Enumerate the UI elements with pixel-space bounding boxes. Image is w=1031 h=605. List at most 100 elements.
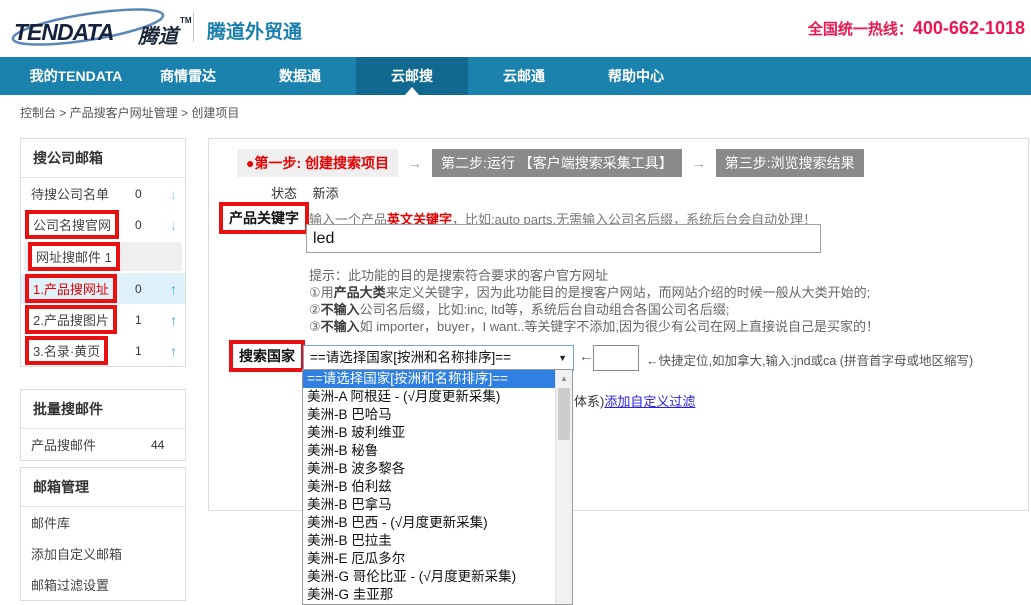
sidebar-section-title: 搜公司邮箱 xyxy=(21,139,185,178)
country-options: ==请选择国家[按洲和名称排序]== 美洲-A 阿根廷 - (√月度更新采集) … xyxy=(303,370,572,604)
sidebar-item-label: 待搜公司名单 xyxy=(31,184,109,203)
country-option[interactable]: 美洲-B 秘鲁 xyxy=(303,442,555,460)
sidebar-item[interactable]: 1.产品搜网址 0 ↑ xyxy=(21,273,185,304)
scrollbar-thumb[interactable] xyxy=(558,388,570,440)
tip-pre: ② xyxy=(309,302,321,317)
hotline-label: 全国统一热线： xyxy=(808,21,913,38)
nav-tab[interactable]: 云邮通 xyxy=(468,57,580,95)
sort-arrow-icon: ↓ xyxy=(161,217,177,233)
tips-block: 提示：此功能的目的是搜索符合要求的客户官方网址 ①用产品大类来定义关键字，因为此… xyxy=(309,267,879,335)
select-caret-icon: ▼ xyxy=(558,346,567,370)
nav-tab-label: 云邮搜 xyxy=(391,68,433,84)
keyword-label: 产品关键字 xyxy=(219,202,309,234)
dropdown-scrollbar[interactable]: ▲ xyxy=(555,370,572,604)
tip-line: 提示：此功能的目的是搜索符合要求的客户官方网址 xyxy=(309,267,879,284)
sidebar-section-title: 邮箱管理 xyxy=(21,468,185,507)
country-option[interactable]: 美洲-B 巴拿马 xyxy=(303,496,555,514)
sort-arrow-icon: ↑ xyxy=(161,281,177,297)
country-dropdown-list: ==请选择国家[按洲和名称排序]== 美洲-A 阿根廷 - (√月度更新采集) … xyxy=(302,369,573,605)
filter-link-line: 体系)添加自定义过滤 xyxy=(574,391,695,410)
sidebar-item[interactable]: 产品搜邮件 44 xyxy=(21,429,185,460)
sidebar-item-count: 0 xyxy=(135,282,161,296)
country-option[interactable]: 美洲-B 伯利兹 xyxy=(303,478,555,496)
sidebar-item[interactable]: 3.名录·黄页 1 ↑ xyxy=(21,335,185,366)
sidebar-item-count: 0 xyxy=(135,218,161,232)
nav-tab-label: 云邮通 xyxy=(503,68,545,84)
country-option[interactable]: ==请选择国家[按洲和名称排序]== xyxy=(303,370,555,388)
partial-text: 体系) xyxy=(574,394,604,409)
nav-tab[interactable]: 数据通 xyxy=(244,57,356,95)
sidebar-list: 待搜公司名单 0 ↓ 公司名搜官网 0 ↓ 网址搜邮件 1 1.产品搜网址 xyxy=(21,178,185,366)
tip-line: ②不输入公司名后缀，比如:inc, ltd等，系统后台自动组合各国公司名后缀; xyxy=(309,301,879,318)
sidebar-section-batch-email: 批量搜邮件 产品搜邮件 44 xyxy=(20,389,186,461)
left-arrow-icon: ← xyxy=(579,348,593,364)
nav-tab-label: 我的TENDATA xyxy=(30,68,123,84)
step-1-badge: ●第一步: 创建搜索项目 xyxy=(237,149,398,177)
tip-bold: 产品大类 xyxy=(334,285,386,300)
tip-pre: ①用 xyxy=(309,285,334,300)
nav-tab[interactable]: 我的TENDATA xyxy=(20,57,132,95)
country-option[interactable]: 美洲-B 玻利维亚 xyxy=(303,424,555,442)
country-select[interactable]: ==请选择国家[按洲和名称排序]== ▼ xyxy=(303,345,574,371)
nav-tab-label: 帮助中心 xyxy=(608,68,664,84)
sidebar-item[interactable]: 网址搜邮件 1 xyxy=(24,242,182,271)
country-option[interactable]: 美洲-G 哥伦比亚 - (√月度更新采集) xyxy=(303,568,555,586)
sidebar-item-label: 公司名搜官网 xyxy=(25,210,119,239)
sidebar-item-count: 44 xyxy=(151,438,177,452)
hotline-number: 400-662-1018 xyxy=(913,18,1025,38)
country-option[interactable]: 美洲-B 波多黎各 xyxy=(303,460,555,478)
sidebar-item-label: 邮件库 xyxy=(31,513,177,532)
sidebar-item-count: 1 xyxy=(135,313,161,327)
nav-tab[interactable]: 云邮搜 xyxy=(356,57,468,95)
country-option[interactable]: 美洲-A 阿根廷 - (√月度更新采集) xyxy=(303,388,555,406)
tip-bold: 不输入 xyxy=(321,302,360,317)
quick-locate-input[interactable] xyxy=(593,345,639,371)
sidebar-section-search-company-email: 搜公司邮箱 待搜公司名单 0 ↓ 公司名搜官网 0 ↓ 网址搜邮件 1 xyxy=(20,138,186,367)
nav-tab-label: 商情雷达 xyxy=(160,68,216,84)
add-custom-filter-link[interactable]: 添加自定义过滤 xyxy=(604,394,695,409)
sidebar-section-title: 批量搜邮件 xyxy=(21,390,185,429)
sidebar-item[interactable]: 邮件库 xyxy=(21,507,185,538)
sidebar-item[interactable]: 待搜公司名单 0 ↓ xyxy=(21,178,185,209)
country-option[interactable]: 美洲-G 圭亚那 xyxy=(303,586,555,604)
tip-pre: ③ xyxy=(309,319,321,334)
sidebar-list: 产品搜邮件 44 xyxy=(21,429,185,460)
quick-locate-hint: ←快捷定位,如加拿大,输入:jnd或ca (拼音首字母或地区缩写) xyxy=(646,350,973,369)
tip-post: 如 importer，buyer，I want..等关键字不添加,因为很少有公司… xyxy=(360,319,879,334)
logo-divider xyxy=(193,12,194,42)
product-name: 腾道外贸通 xyxy=(207,17,302,44)
nav-tab-label: 数据通 xyxy=(279,68,321,84)
sort-arrow-icon: ↑ xyxy=(161,312,177,328)
sort-arrow-icon: ↑ xyxy=(161,343,177,359)
breadcrumb[interactable]: 控制台 > 产品搜客户网址管理 > 创建项目 xyxy=(20,104,239,121)
active-tab-notch-icon xyxy=(405,87,419,95)
nav-tab[interactable]: 帮助中心 xyxy=(580,57,692,95)
sidebar-item[interactable]: 添加自定义邮箱 xyxy=(21,538,185,569)
sidebar-item-count: 0 xyxy=(135,187,161,201)
tip-post: 来定义关键字，因为此功能目的是搜客户网站，而网站介绍的时候一般从大类开始的; xyxy=(386,285,871,300)
sidebar-item[interactable]: 邮箱过滤设置 xyxy=(21,569,185,600)
tendata-logo: TENDATA 腾道 TM xyxy=(8,6,198,52)
scroll-up-icon[interactable]: ▲ xyxy=(556,370,572,387)
country-option[interactable]: 美洲-B 巴西 - (√月度更新采集) xyxy=(303,514,555,532)
sidebar-item-label: 邮箱过滤设置 xyxy=(31,575,177,594)
sidebar-item-label: 产品搜邮件 xyxy=(31,435,96,454)
tip-post: 公司名后缀，比如:inc, ltd等，系统后台自动组合各国公司名后缀; xyxy=(360,302,730,317)
status-value: 新添 xyxy=(313,186,339,201)
tip-bold: 不输入 xyxy=(321,319,360,334)
keyword-input[interactable] xyxy=(306,224,821,253)
sidebar-item[interactable]: 2.产品搜图片 1 ↑ xyxy=(21,304,185,335)
sidebar-list: 邮件库 添加自定义邮箱 邮箱过滤设置 xyxy=(21,507,185,600)
step-3-badge: 第三步:浏览搜索结果 xyxy=(716,149,864,177)
hotline: 全国统一热线：400-662-1018 xyxy=(808,18,1025,39)
arrow-right-icon: → xyxy=(408,155,422,171)
country-label: 搜索国家 xyxy=(229,340,305,372)
country-option[interactable]: 美洲-B 巴哈马 xyxy=(303,406,555,424)
sidebar-item-label: 1.产品搜网址 xyxy=(25,274,117,303)
nav-tab[interactable]: 商情雷达 xyxy=(132,57,244,95)
sidebar-item-label: 2.产品搜图片 xyxy=(25,305,117,334)
country-option[interactable]: 美洲-B 巴拉圭 xyxy=(303,532,555,550)
sidebar-item-label: 添加自定义邮箱 xyxy=(31,544,177,563)
sidebar-item[interactable]: 公司名搜官网 0 ↓ xyxy=(21,209,185,240)
country-option[interactable]: 美洲-E 厄瓜多尔 xyxy=(303,550,555,568)
